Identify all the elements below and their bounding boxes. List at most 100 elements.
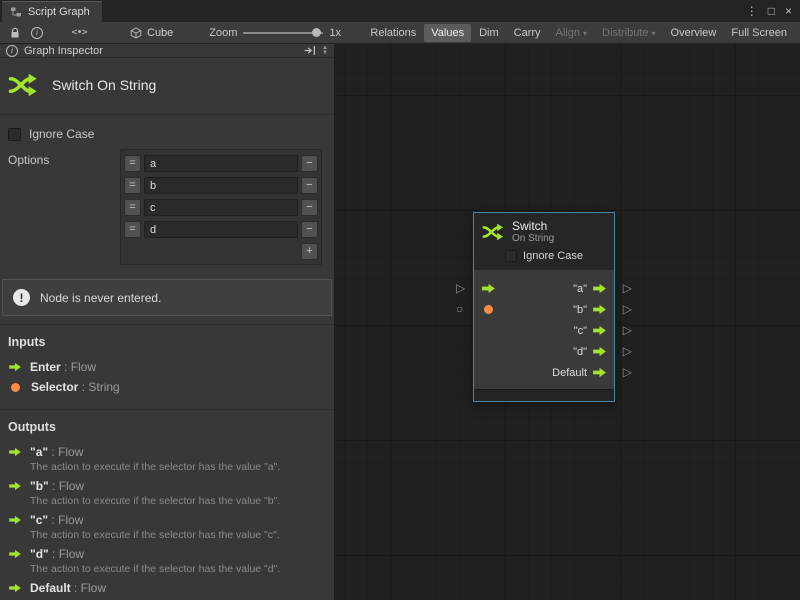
remove-option-button[interactable]: − (301, 199, 318, 216)
remove-option-button[interactable]: − (301, 221, 318, 238)
output-item-d: "d" : Flow The action to execute if the … (0, 544, 334, 578)
code-preview-button[interactable]: <∙> (68, 24, 90, 42)
tab-script-graph[interactable]: Script Graph (2, 1, 102, 22)
graph-inspector-panel: i Graph Inspector ▲ ▼ Switch On String I… (0, 44, 335, 600)
output-item-a: "a" : Flow The action to execute if the … (0, 442, 334, 476)
zoom-slider-track (243, 32, 323, 34)
script-graph-icon (10, 6, 22, 18)
ignore-case-checkbox[interactable] (8, 128, 21, 141)
output-description: The action to execute if the selector ha… (30, 495, 280, 507)
graph-target-button[interactable]: Cube (124, 25, 179, 41)
option-input-2[interactable] (144, 199, 298, 216)
input-item-enter: Enter : Flow (0, 357, 334, 377)
dock-panel-icon[interactable] (303, 44, 316, 57)
ignore-case-label: Ignore Case (29, 127, 94, 141)
option-input-0[interactable] (144, 155, 298, 172)
lock-icon (9, 27, 21, 39)
port-row-default: Default ▷ (474, 362, 614, 383)
flow-arrow-icon (592, 346, 607, 357)
drag-handle-icon[interactable]: = (124, 155, 141, 172)
align-dropdown[interactable]: Align▾ (549, 24, 594, 42)
flow-arrow-icon (481, 283, 496, 294)
zoom-slider[interactable] (243, 26, 323, 40)
node-title: Switch (512, 220, 554, 233)
chevron-down-icon: ▾ (583, 29, 587, 38)
flow-output-port[interactable]: ▷ (623, 345, 632, 357)
drag-handle-icon[interactable]: = (124, 177, 141, 194)
drag-handle-icon[interactable]: = (124, 221, 141, 238)
info-toggle-button[interactable]: i (26, 24, 48, 42)
relations-button[interactable]: Relations (363, 24, 423, 42)
port-row-d: "d" ▷ (474, 341, 614, 362)
window-menu-icon[interactable]: ⋮ (746, 4, 758, 18)
flow-arrow-icon (8, 583, 22, 593)
node-ports: ▷ "a" ▷ ○ "b" ▷ "c" ▷ (474, 270, 614, 389)
zoom-value: 1x (329, 27, 341, 39)
node-title-block: Switch On String (0, 58, 334, 115)
toolbar-button-group: Relations Values Dim Carry Align▾ Distri… (363, 24, 796, 42)
distribute-dropdown[interactable]: Distribute▾ (595, 24, 662, 42)
option-input-1[interactable] (144, 177, 298, 194)
option-row: = − (124, 175, 318, 196)
panel-scroll-arrows[interactable]: ▲ ▼ (322, 46, 330, 56)
port-label: Default (552, 367, 587, 379)
input-item-selector: Selector : String (0, 377, 334, 397)
tab-bar: Script Graph ⋮ □ × (0, 0, 800, 22)
flow-arrow-icon (592, 283, 607, 294)
option-input-3[interactable] (144, 221, 298, 238)
flow-arrow-icon (8, 549, 22, 559)
add-option-button[interactable]: + (301, 243, 318, 260)
flow-arrow-icon (8, 481, 22, 491)
flow-output-port[interactable]: ▷ (623, 366, 632, 378)
flow-arrow-icon (8, 362, 22, 372)
inputs-section: Inputs Enter : Flow Selector : String (0, 324, 334, 401)
warning-icon: ! (13, 289, 30, 306)
drag-handle-icon[interactable]: = (124, 199, 141, 216)
inspector-header-title: Graph Inspector (24, 45, 103, 57)
node-header: Switch On String (474, 213, 614, 246)
values-button[interactable]: Values (424, 24, 471, 42)
output-item-c: "c" : Flow The action to execute if the … (0, 510, 334, 544)
graph-toolbar: i <∙> Cube Zoom 1x Relations Values Dim … (0, 22, 800, 44)
close-icon[interactable]: × (785, 4, 792, 18)
flow-input-port[interactable]: ▷ (456, 282, 465, 294)
port-row-c: "c" ▷ (474, 320, 614, 341)
carry-button[interactable]: Carry (507, 24, 548, 42)
port-label: "a" (573, 283, 587, 295)
string-port-icon (11, 383, 20, 392)
remove-option-button[interactable]: − (301, 177, 318, 194)
option-row: = − (124, 197, 318, 218)
node-footer (474, 389, 614, 401)
zoom-slider-thumb[interactable] (312, 28, 321, 37)
inspector-header: i Graph Inspector ▲ ▼ (0, 44, 334, 58)
option-row: = − (124, 153, 318, 174)
scroll-down-icon[interactable]: ▼ (322, 51, 328, 56)
flow-arrow-icon (592, 367, 607, 378)
flow-output-port[interactable]: ▷ (623, 324, 632, 336)
ignore-case-label: Ignore Case (523, 250, 583, 262)
outputs-section: Outputs "a" : Flow The action to execute… (0, 409, 334, 600)
lock-button[interactable] (4, 24, 26, 42)
ignore-case-checkbox[interactable] (505, 250, 517, 262)
dim-button[interactable]: Dim (472, 24, 506, 42)
port-label: "d" (573, 346, 587, 358)
node-ignore-case-row: Ignore Case (474, 246, 614, 270)
remove-option-button[interactable]: − (301, 155, 318, 172)
zoom-label: Zoom (209, 27, 237, 39)
flow-arrow-icon (592, 325, 607, 336)
unity-window: Script Graph ⋮ □ × i <∙> Cube Zoom (0, 0, 800, 600)
flow-output-port[interactable]: ▷ (623, 303, 632, 315)
graph-canvas[interactable]: Switch On String Ignore Case ▷ "a" ▷ (335, 44, 800, 600)
fullscreen-button[interactable]: Full Screen (724, 24, 794, 42)
flow-output-port[interactable]: ▷ (623, 282, 632, 294)
inputs-header: Inputs (0, 331, 334, 357)
port-row-a: ▷ "a" ▷ (474, 278, 614, 299)
port-row-b: ○ "b" ▷ (474, 299, 614, 320)
options-list: = − = − = − (120, 149, 322, 265)
option-row: = − (124, 219, 318, 240)
maximize-icon[interactable]: □ (768, 4, 775, 18)
switch-on-string-icon (8, 70, 38, 100)
selector-input-port[interactable]: ○ (456, 303, 463, 315)
overview-button[interactable]: Overview (664, 24, 724, 42)
switch-on-string-node[interactable]: Switch On String Ignore Case ▷ "a" ▷ (473, 212, 615, 402)
